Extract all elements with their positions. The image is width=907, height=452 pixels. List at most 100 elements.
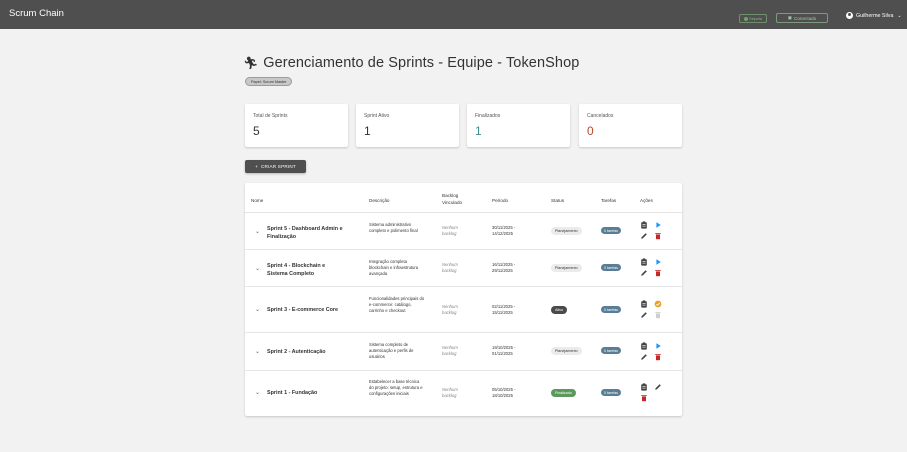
chevron-down-icon: ⌄ (897, 12, 902, 19)
clipboard-icon[interactable] (640, 300, 648, 308)
stat-value: 1 (364, 124, 371, 138)
running-person-icon: 🏃︎ (243, 56, 259, 70)
tasks-badge: 0 tarefas (601, 389, 621, 396)
delete-icon[interactable] (654, 353, 662, 361)
column-header-tasks: Tarefas (601, 198, 617, 203)
sprint-backlog: Nenhum backlog (442, 225, 458, 236)
sprints-table: Nome Descrição Backlog Vinculado Período… (245, 183, 682, 416)
stat-card-active: Sprint Ativo 1 (356, 104, 459, 147)
play-icon[interactable] (654, 221, 662, 229)
sprint-name: Sprint 5 - Dashboard Admin e Finalização (267, 226, 343, 240)
sprint-backlog: Nenhum backlog (442, 304, 458, 315)
wallet-label: Conectado (794, 15, 817, 21)
status-badge: Planejamento (551, 347, 582, 355)
sprint-period: 30/11/2025 - 14/12/2025 (492, 225, 516, 236)
sprint-name: Sprint 1 - Fundação (267, 390, 318, 396)
tasks-badge: 0 tarefas (601, 306, 621, 313)
sprint-period: 05/10/2025 - 18/10/2025 (492, 387, 516, 398)
network-label: Sepolia (749, 16, 762, 21)
sprint-description: Sistema administrativo completo e polime… (369, 222, 418, 233)
stat-card-cancelled: Cancelados 0 (579, 104, 682, 147)
check-circle-icon[interactable] (654, 300, 662, 308)
stat-value: 5 (253, 124, 260, 138)
status-badge: Ativo (551, 306, 568, 314)
sprint-description: Funcionalidades principais do e-commerce… (369, 296, 425, 313)
clipboard-icon[interactable] (640, 383, 648, 391)
account-circle-icon (846, 12, 853, 19)
sprint-backlog: Nenhum backlog (442, 262, 458, 273)
tasks-badge: 0 tarefas (601, 227, 621, 234)
delete-icon[interactable] (654, 232, 662, 240)
stat-card-total: Total de Sprints 5 (245, 104, 348, 147)
status-badge: Planejamento (551, 227, 582, 235)
wallet-button[interactable]: ▣ Conectado (776, 13, 828, 23)
plus-icon: + (255, 164, 259, 169)
row-actions (640, 300, 664, 320)
stat-label: Total de Sprints (253, 113, 288, 119)
delete-icon[interactable] (654, 269, 662, 277)
delete-icon (654, 311, 662, 319)
create-sprint-button[interactable]: + CRIAR SPRINT (245, 160, 306, 173)
row-actions (640, 221, 664, 241)
page-header: 🏃︎ Gerenciamento de Sprints - Equipe - T… (243, 55, 579, 71)
sprint-name: Sprint 2 - Autenticação (267, 349, 326, 355)
row-actions (640, 342, 664, 362)
network-status-dot-icon (744, 16, 749, 21)
edit-icon[interactable] (640, 269, 648, 277)
stat-label: Sprint Ativo (364, 113, 390, 119)
expand-chevron-icon[interactable]: ⌄ (255, 228, 260, 235)
clipboard-icon[interactable] (640, 342, 648, 350)
table-row[interactable]: ⌄ Sprint 2 - Autenticação Sistema comple… (245, 333, 682, 371)
column-header-name: Nome (251, 198, 264, 203)
column-header-backlog: Backlog Vinculado (442, 193, 463, 205)
tasks-badge: 0 tarefas (601, 264, 621, 271)
sprint-name: Sprint 3 - E-commerce Core (267, 307, 338, 313)
expand-chevron-icon[interactable]: ⌄ (255, 265, 260, 272)
expand-chevron-icon[interactable]: ⌄ (255, 348, 260, 355)
column-header-description: Descrição (369, 198, 390, 203)
clipboard-icon[interactable] (640, 221, 648, 229)
user-menu[interactable]: Guilherme Silva ⌄ (846, 12, 902, 19)
table-row[interactable]: ⌄ Sprint 1 - Fundação Estabelecer a base… (245, 371, 682, 415)
sprint-backlog: Nenhum backlog (442, 345, 458, 356)
app-bar: Scrum Chain Sepolia ▣ Conectado Guilherm… (0, 0, 907, 29)
sprint-period: 19/10/2025 - 01/11/2025 (492, 345, 516, 356)
stat-label: Finalizados (475, 113, 501, 119)
app-brand[interactable]: Scrum Chain (9, 8, 64, 19)
sprint-period: 16/11/2025 - 29/11/2025 (492, 262, 516, 273)
page-title: Gerenciamento de Sprints - Equipe - Toke… (263, 55, 580, 71)
stat-value: 1 (475, 124, 482, 138)
edit-icon[interactable] (640, 311, 648, 319)
sprint-period: 02/11/2025 - 15/11/2025 (492, 304, 516, 315)
edit-icon[interactable] (640, 232, 648, 240)
expand-chevron-icon[interactable]: ⌄ (255, 306, 260, 313)
wallet-icon: ▣ (787, 15, 793, 20)
table-row[interactable]: ⌄ Sprint 5 - Dashboard Admin e Finalizaç… (245, 213, 682, 250)
table-row[interactable]: ⌄ Sprint 3 - E-commerce Core Funcionalid… (245, 287, 682, 333)
role-chip: Papel: Scrum Master (245, 77, 293, 86)
stat-value: 0 (587, 124, 594, 138)
play-icon[interactable] (654, 342, 662, 350)
clipboard-icon[interactable] (640, 258, 648, 266)
expand-chevron-icon[interactable]: ⌄ (255, 389, 260, 396)
row-actions (640, 258, 664, 278)
edit-icon[interactable] (640, 353, 648, 361)
network-badge: Sepolia (739, 14, 767, 23)
edit-icon[interactable] (654, 383, 662, 391)
status-badge: Planejamento (551, 264, 582, 272)
tasks-badge: 0 tarefas (601, 347, 621, 354)
column-header-status: Status (551, 198, 565, 203)
row-actions (640, 383, 664, 403)
sprint-backlog: Nenhum backlog (442, 387, 458, 398)
status-badge: Finalizado (551, 389, 576, 397)
delete-icon[interactable] (640, 394, 648, 402)
column-header-period: Período (492, 198, 509, 203)
user-name: Guilherme Silva (856, 12, 894, 19)
table-row[interactable]: ⌄ Sprint 4 - Blockchain e Sistema Comple… (245, 250, 682, 287)
play-icon[interactable] (654, 258, 662, 266)
stat-label: Cancelados (587, 113, 614, 119)
stat-card-finished: Finalizados 1 (467, 104, 570, 147)
sprint-name: Sprint 4 - Blockchain e Sistema Completo (267, 263, 326, 277)
create-sprint-label: CRIAR SPRINT (261, 164, 296, 169)
sprint-description: Integração completa blockchain e infraes… (369, 259, 419, 276)
